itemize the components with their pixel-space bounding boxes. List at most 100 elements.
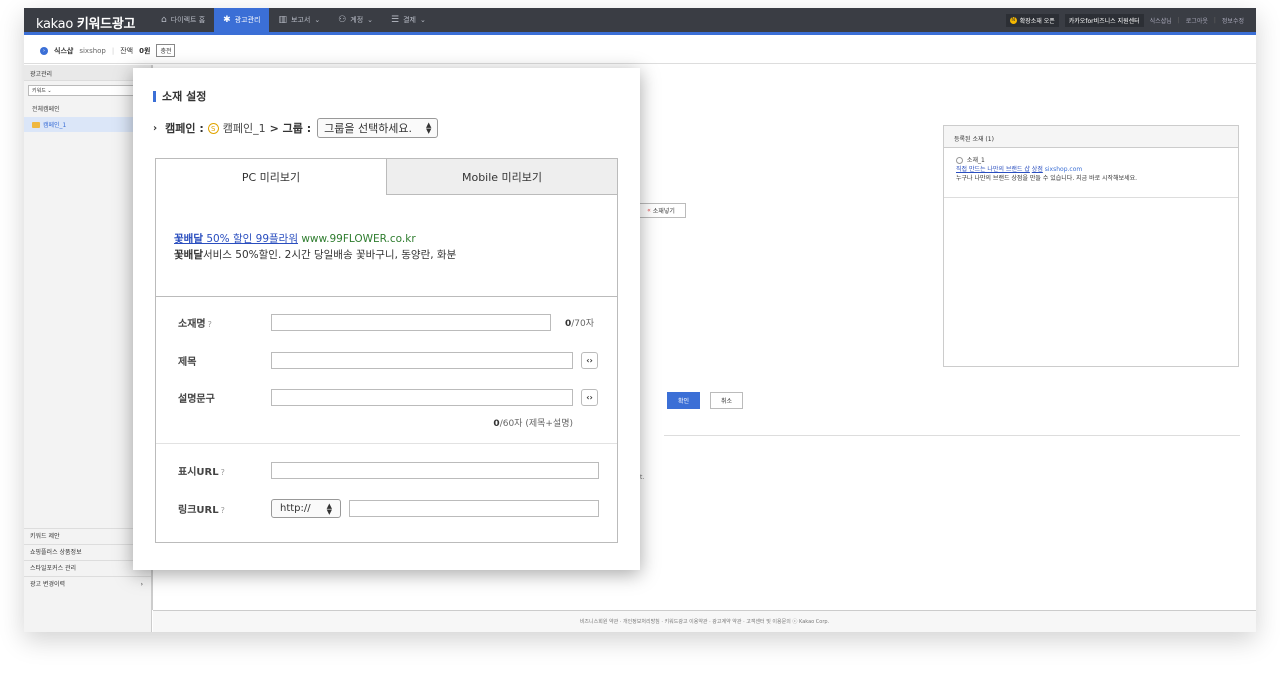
nav-account[interactable]: ⚇ 계정 ⌄	[329, 8, 382, 32]
account-name[interactable]: 식스샵	[54, 46, 73, 56]
cancel-button[interactable]: 취소	[710, 392, 743, 409]
protocol-value: http://	[280, 503, 311, 514]
divider	[664, 435, 1240, 436]
item-radio[interactable]	[956, 157, 963, 164]
field-label: 링크URL?	[156, 501, 271, 516]
sidebar-header: 광고관리	[24, 65, 151, 81]
chevron-right-icon: ›	[140, 581, 143, 588]
item-title-tail[interactable]: 상점	[1032, 166, 1043, 173]
creative-name-input[interactable]	[271, 314, 551, 331]
preview-description: 꽃배달서비스 50%할인. 2시간 당일배송 꽃바구니, 동양란, 화분	[174, 247, 599, 263]
sidebar-link-keyword-suggest[interactable]: 키워드 제안	[24, 528, 151, 544]
campaign-label: 캠페인_1	[43, 122, 67, 129]
double-arrow-left-icon: «	[647, 207, 651, 214]
sidebar-link-shopping-plus[interactable]: 쇼핑플러스 상품정보	[24, 544, 151, 560]
title-input[interactable]	[271, 352, 573, 369]
group-label: > 그룹 :	[269, 122, 312, 135]
link-url-label: 링크URL	[178, 505, 219, 516]
campaign-icon: S	[207, 122, 219, 134]
nav-label: 결제	[403, 16, 416, 24]
home-icon: ⌂	[161, 15, 167, 25]
help-icon[interactable]: ?	[221, 468, 225, 477]
footer-links: 비즈니스회원 약관 · 개인정보처리방침 · 키워드광고 이용약관 · 광고계약…	[153, 610, 1256, 632]
gear-icon: ✱	[223, 15, 231, 25]
display-url-input[interactable]	[271, 462, 599, 479]
insert-label: 소재넣기	[652, 208, 675, 215]
preview-url: www.99FLOWER.co.kr	[298, 233, 416, 245]
field-label: 소재명?	[156, 315, 271, 330]
link-label: 키워드 제안	[30, 533, 60, 540]
tab-pc-preview[interactable]: PC 미리보기	[156, 159, 386, 195]
link-label: 쇼핑플러스 상품정보	[30, 549, 82, 556]
account-icon: ›	[40, 46, 48, 55]
nav-billing[interactable]: ☰ 결제 ⌄	[382, 8, 435, 32]
user-name[interactable]: 식스샵님	[1150, 16, 1172, 25]
logout-link[interactable]: 로그아웃	[1186, 16, 1208, 25]
nav-label: 다이렉트 홈	[170, 16, 206, 24]
modal-title: 소재 설정	[153, 88, 206, 104]
billing-icon: ☰	[391, 15, 400, 25]
preview-title[interactable]: 꽃배달 50% 할인 99플라워	[174, 233, 298, 245]
ad-preview: 꽃배달 50% 할인 99플라워 www.99FLOWER.co.kr 꽃배달서…	[156, 195, 617, 297]
group-select[interactable]: 그룹을 선택하세요. ▲ ▼	[317, 118, 439, 138]
description-input[interactable]	[271, 389, 573, 406]
nav-reports[interactable]: ▥ 보고서 ⌄	[269, 8, 329, 32]
creative-form-box: PC 미리보기 Mobile 미리보기 꽃배달 50% 할인 99플라워 www…	[155, 158, 618, 543]
group-select-value: 그룹을 선택하세요.	[324, 122, 413, 135]
chevron-down-icon: ⌄	[420, 16, 426, 24]
support-center-button[interactable]: 카카오for비즈니스 지원센터	[1064, 14, 1144, 27]
tab-mobile-preview[interactable]: Mobile 미리보기	[386, 159, 617, 195]
news-button[interactable]: N 확장소재 오픈	[1005, 14, 1059, 27]
nav-ad-management[interactable]: ✱ 광고관리	[214, 8, 270, 32]
campaign-label: 캠페인 :	[165, 122, 204, 135]
edit-info-link[interactable]: 정보수정	[1222, 16, 1244, 25]
preview-tabs: PC 미리보기 Mobile 미리보기	[156, 159, 617, 195]
news-label: 확장소재 오픈	[1019, 18, 1055, 25]
select-arrows-icon: ▲ ▼	[326, 501, 332, 516]
field-label: 표시URL?	[156, 463, 271, 478]
protocol-select[interactable]: http:// ▲ ▼	[271, 499, 341, 518]
registered-item[interactable]: 소재_1 직접 만드는 나만의 브랜드 샵 상점 sixshop.com 누구나…	[944, 148, 1238, 198]
sidebar-search-dropdown[interactable]: 키워드 ⌄	[28, 85, 147, 96]
item-title[interactable]: 직접 만드는 나만의 브랜드 샵	[956, 166, 1030, 173]
sidebar-item-campaign[interactable]: 캠페인_1	[24, 117, 151, 132]
chart-icon: ▥	[278, 15, 287, 25]
creative-settings-modal: 소재 설정 › 캠페인 : S 캠페인_1 > 그룹 : 그룹을 선택하세요. …	[133, 68, 640, 570]
app-window: kakao 키워드광고 ⌂ 다이렉트 홈 ✱ 광고관리 ▥ 보고서 ⌄ ⚇ 계정…	[24, 8, 1256, 632]
select-arrows-icon: ▲ ▼	[426, 121, 432, 135]
support-label: 카카오for비즈니스 지원센터	[1068, 18, 1140, 25]
logo-product: 키워드광고	[76, 17, 136, 32]
folder-icon	[32, 121, 40, 128]
app-logo[interactable]: kakao 키워드광고	[36, 13, 135, 32]
description-counter-row: 0/60자 (제목+설명)	[156, 416, 617, 429]
creative-name-row: 소재명? 0/70자	[156, 314, 617, 331]
balance-label: 잔액	[120, 46, 134, 55]
code-toggle-icon[interactable]: ‹›	[581, 389, 598, 406]
preview-title-keyword: 꽃배달	[174, 233, 203, 245]
link-url-row: 링크URL? http:// ▲ ▼	[156, 499, 617, 518]
top-right-links: N 확장소재 오픈 카카오for비즈니스 지원센터 식스샵님 | 로그아웃 | …	[1005, 14, 1244, 27]
chevron-down-icon: ⌄	[367, 16, 374, 24]
code-toggle-icon[interactable]: ‹›	[581, 352, 598, 369]
link-url-input[interactable]	[349, 500, 599, 517]
sidebar-link-style-focus[interactable]: 스타일포커스 관리	[24, 560, 151, 576]
sidebar-item-all-campaigns[interactable]: 전체캠페인	[24, 100, 151, 117]
insert-creative-button[interactable]: « 소재넣기	[636, 203, 686, 218]
top-nav-bar: kakao 키워드광고 ⌂ 다이렉트 홈 ✱ 광고관리 ▥ 보고서 ⌄ ⚇ 계정…	[24, 8, 1256, 35]
nav-label: 보고서	[290, 16, 311, 24]
help-icon[interactable]: ?	[221, 506, 225, 515]
help-icon[interactable]: ?	[208, 320, 212, 329]
divider: |	[1213, 17, 1216, 24]
sidebar-link-change-history[interactable]: 광고 변경이력 ›	[24, 576, 151, 592]
title-row: 제목 ‹›	[156, 352, 617, 369]
modal-title-text: 소재 설정	[162, 90, 207, 103]
main-nav: ⌂ 다이렉트 홈 ✱ 광고관리 ▥ 보고서 ⌄ ⚇ 계정 ⌄ ☰ 결제 ⌄	[152, 8, 435, 32]
charge-button[interactable]: 충전	[156, 44, 176, 57]
logo-brand: kakao	[36, 17, 73, 32]
nav-direct-home[interactable]: ⌂ 다이렉트 홈	[152, 8, 214, 32]
confirm-button[interactable]: 확인	[667, 392, 700, 409]
nav-label: 광고관리	[234, 16, 261, 24]
background-text-fragment: t.	[640, 474, 645, 481]
account-id: sixshop	[79, 46, 106, 55]
notice-icon: N	[1009, 17, 1017, 24]
